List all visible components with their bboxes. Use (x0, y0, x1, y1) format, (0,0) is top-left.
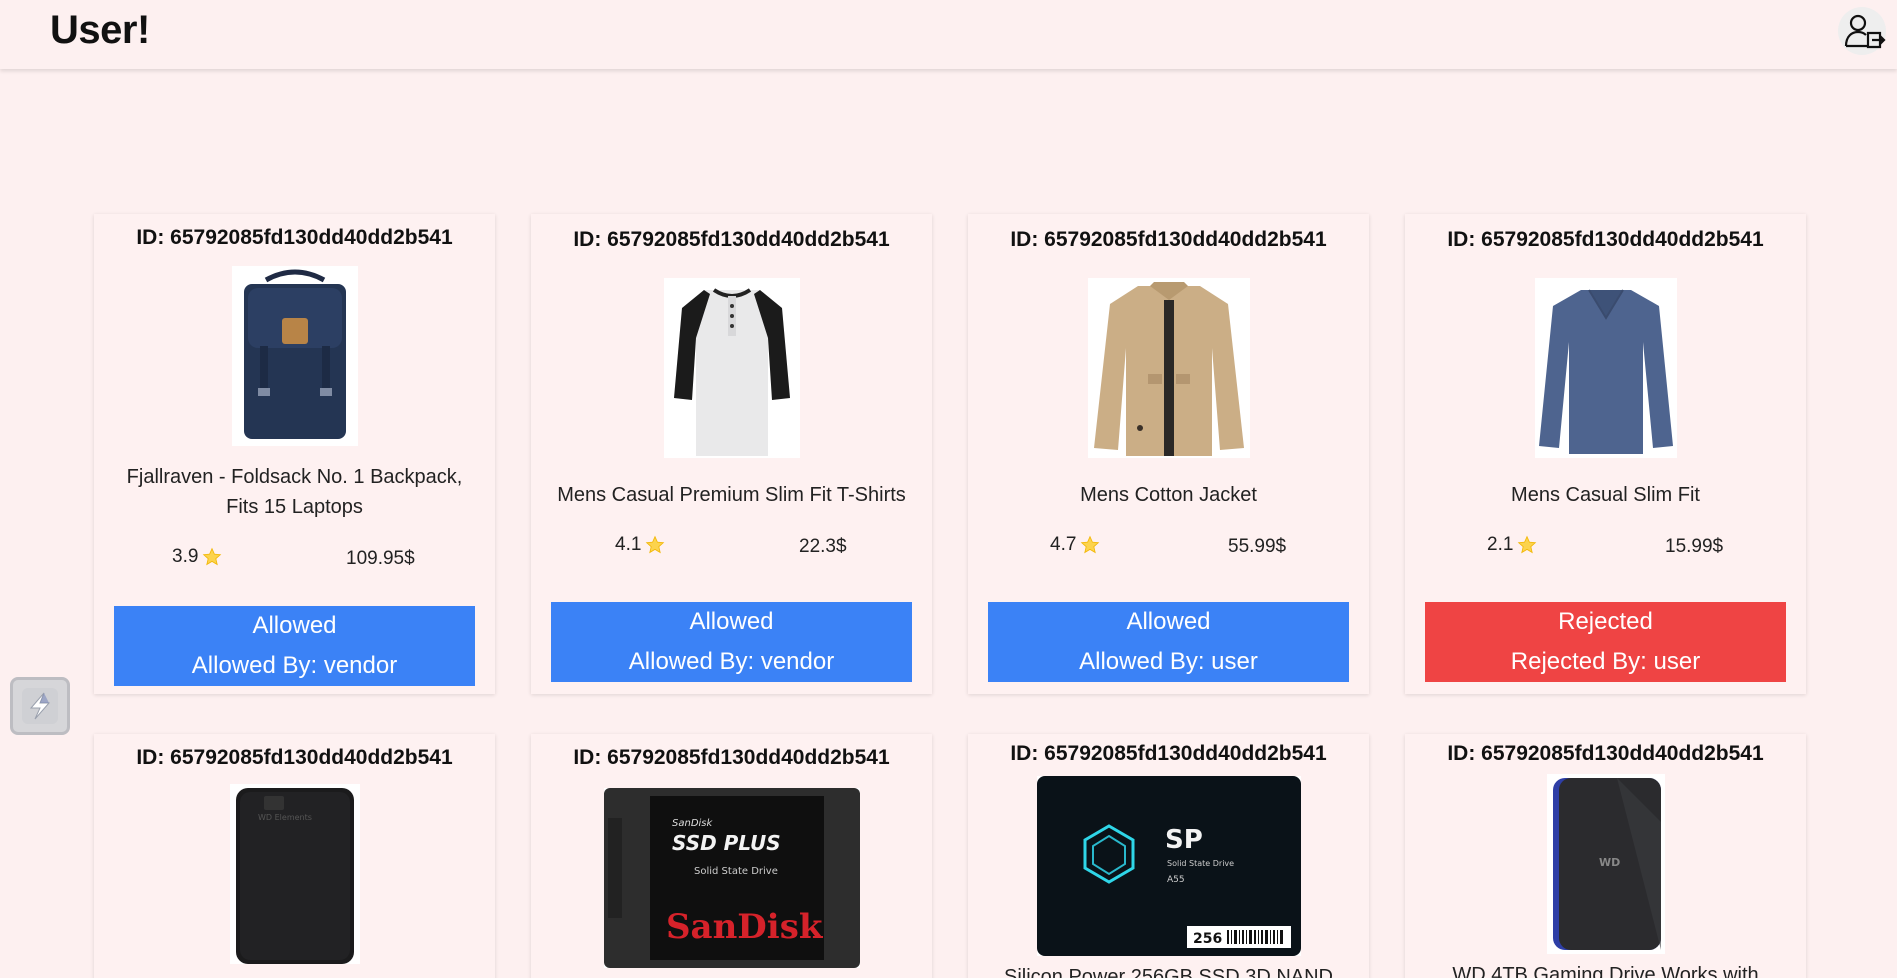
product-id: ID: 65792085fd130dd40dd2b541 (573, 746, 890, 769)
status-button[interactable]: Allowed Allowed By: vendor (551, 602, 912, 682)
product-image[interactable]: SP Solid State Drive A55 256 (1036, 776, 1301, 956)
product-image[interactable] (231, 266, 358, 446)
product-rating: 4.7 (1050, 534, 1100, 556)
product-card: ID: 65792085fd130dd40dd2b541 WD Elements (94, 734, 495, 978)
status-by-label: Allowed By: user (1079, 648, 1258, 675)
product-price: 22.3$ (799, 536, 847, 557)
image-caption: SSD PLUS (672, 831, 781, 855)
product-grid: ID: 65792085fd130dd40dd2b541 Fjallraven … (0, 0, 1897, 978)
image-caption: SanDisk (672, 818, 714, 829)
product-card: ID: 65792085fd130dd40dd2b541 Mens Casual… (531, 214, 932, 694)
product-id: ID: 65792085fd130dd40dd2b541 (1010, 742, 1327, 765)
product-id: ID: 65792085fd130dd40dd2b541 (1010, 228, 1327, 251)
status-label: Allowed (1126, 608, 1211, 635)
product-image[interactable]: SanDisk SSD PLUS Solid State Drive SanDi… (603, 788, 860, 968)
product-rating: 2.1 (1487, 534, 1537, 556)
star-icon (646, 535, 665, 554)
product-image[interactable] (1087, 278, 1250, 458)
product-id: ID: 65792085fd130dd40dd2b541 (1447, 228, 1764, 251)
rating-value: 3.9 (172, 546, 199, 567)
product-title: Mens Casual Premium Slim Fit T-Shirts (557, 484, 906, 506)
status-by-label: Allowed By: vendor (628, 648, 835, 675)
product-title: Silicon Power 256GB SSD 3D NAND A55 (1003, 966, 1333, 978)
product-card: ID: 65792085fd130dd40dd2b541 WD WD 4TB G… (1405, 734, 1806, 978)
product-title: Mens Casual Slim Fit (1511, 484, 1700, 506)
product-card: ID: 65792085fd130dd40dd2b541 Mens Casual… (1405, 214, 1806, 694)
rating-value: 4.1 (615, 534, 642, 555)
status-label: Allowed (689, 608, 774, 635)
product-card: ID: 65792085fd130dd40dd2b541 SanDisk SSD… (531, 734, 932, 978)
product-price: 15.99$ (1665, 536, 1724, 557)
status-button[interactable]: Rejected Rejected By: user (1425, 602, 1786, 682)
product-id: ID: 65792085fd130dd40dd2b541 (573, 228, 890, 251)
status-button[interactable]: Allowed Allowed By: vendor (114, 606, 475, 686)
product-price: 55.99$ (1228, 536, 1287, 557)
product-rating: 4.1 (615, 534, 665, 556)
status-label: Allowed (252, 612, 337, 639)
star-icon (1081, 535, 1100, 554)
product-title: Fjallraven - Foldsack No. 1 Backpack, Fi… (126, 466, 463, 518)
rating-value: 2.1 (1487, 534, 1514, 555)
product-card: ID: 65792085fd130dd40dd2b541 SP Solid St… (968, 734, 1369, 978)
star-icon (203, 547, 222, 566)
image-caption: SP (1165, 825, 1203, 855)
product-image[interactable] (663, 278, 800, 458)
product-image[interactable]: WD (1546, 774, 1665, 954)
product-rating: 3.9 (172, 546, 222, 568)
status-label: Rejected (1558, 608, 1653, 635)
star-icon (1518, 535, 1537, 554)
product-image[interactable]: WD Elements (229, 784, 360, 964)
product-price: 109.95$ (346, 548, 415, 569)
product-card: ID: 65792085fd130dd40dd2b541 Fjallraven … (94, 214, 495, 694)
status-by-label: Allowed By: vendor (191, 652, 398, 679)
rating-value: 4.7 (1050, 534, 1077, 555)
product-id: ID: 65792085fd130dd40dd2b541 (136, 226, 453, 249)
product-card: ID: 65792085fd130dd40dd2b541 Mens Cotton… (968, 214, 1369, 694)
product-title: Mens Cotton Jacket (1080, 484, 1257, 506)
product-title: WD 4TB Gaming Drive Works with (1452, 964, 1759, 978)
image-caption: WD Elements (258, 813, 312, 822)
image-caption: A55 (1167, 875, 1185, 885)
image-caption: Solid State Drive (694, 866, 778, 877)
image-caption: Solid State Drive (1167, 859, 1234, 868)
image-caption: WD (1599, 856, 1620, 869)
status-button[interactable]: Allowed Allowed By: user (988, 602, 1349, 682)
image-caption: 256 (1193, 931, 1222, 947)
product-image[interactable] (1534, 278, 1677, 458)
image-caption: SanDisk (666, 907, 824, 947)
product-id: ID: 65792085fd130dd40dd2b541 (136, 746, 453, 769)
status-by-label: Rejected By: user (1510, 648, 1701, 675)
product-id: ID: 65792085fd130dd40dd2b541 (1447, 742, 1764, 765)
